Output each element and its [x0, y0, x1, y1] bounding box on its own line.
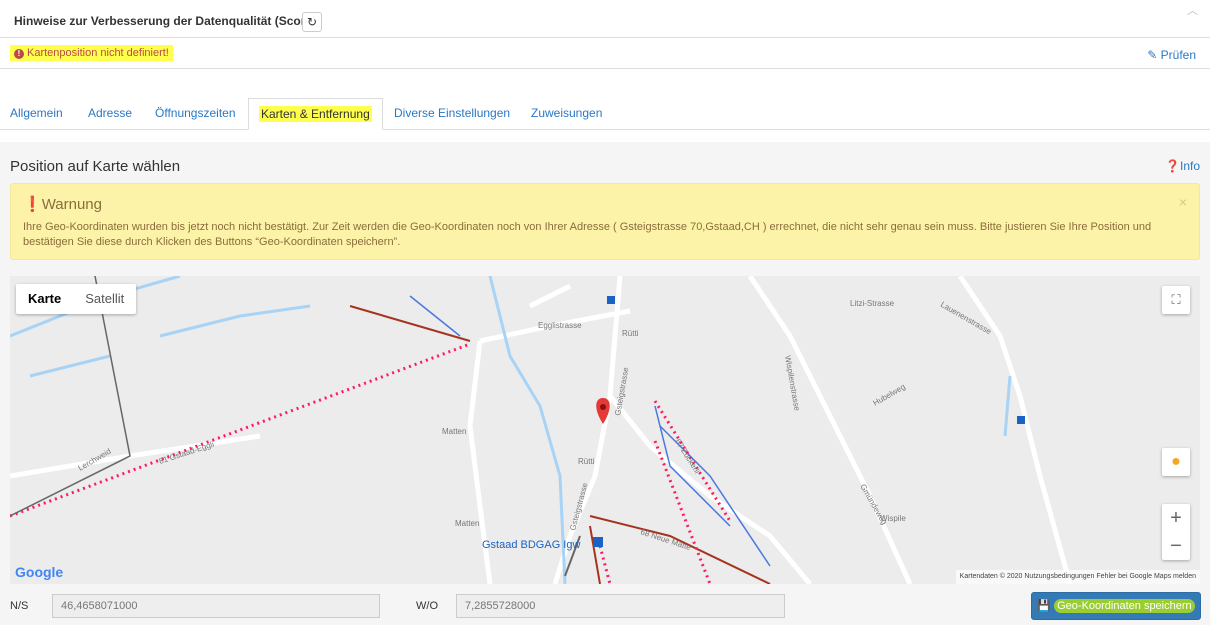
label-station: Gstaad BDGAG Igw: [482, 539, 580, 551]
fullscreen-icon: ⛶: [1171, 292, 1181, 307]
score-message: ! Kartenposition nicht definiert!: [10, 45, 173, 61]
bus-stop-icon: [1017, 416, 1025, 424]
label-egglistrasse: Egglistrasse: [538, 321, 582, 330]
label-matten-2: Matten: [455, 519, 479, 528]
score-title: Hinweise zur Verbesserung der Datenquali…: [14, 14, 317, 28]
info-link[interactable]: ❓Info: [1165, 159, 1200, 173]
label-litzi: Litzi-Strasse: [850, 299, 895, 308]
ns-input[interactable]: [52, 594, 380, 618]
label-matten: Matten: [442, 427, 466, 436]
label-gsteigstrasse: Gsteigstrasse: [613, 366, 630, 416]
street-view-pegman-icon[interactable]: ●: [1162, 448, 1190, 476]
map-labels: Egglistrasse Rütti Rütti Gsteigstrasse G…: [77, 299, 994, 552]
wo-input[interactable]: [456, 594, 785, 618]
train-station-icon: [593, 537, 603, 547]
warning-alert: ❗Warnung × Ihre Geo-Koordinaten wurden b…: [10, 183, 1200, 260]
label-gsteigstrasse-2: Gsteigstrasse: [568, 481, 589, 531]
score-message-text: Kartenposition nicht definiert!: [27, 47, 169, 59]
exclamation-circle-icon: ❗: [23, 196, 42, 213]
map-type-satellite-button[interactable]: Satellit: [73, 284, 136, 314]
tab-allgemein[interactable]: Allgemein: [0, 98, 73, 130]
save-coordinates-button[interactable]: 💾 Geo-Koordinaten speichern: [1031, 592, 1201, 620]
label-wispilenstrasse: Wispilenstrasse: [783, 355, 802, 412]
coordinates-row: N/S W/O 💾 Geo-Koordinaten speichern: [0, 590, 1210, 620]
tab-diverse-einstellungen[interactable]: Diverse Einstellungen: [384, 98, 520, 130]
refresh-button[interactable]: ↻: [302, 12, 322, 32]
label-hubelweg: Hubelweg: [872, 382, 907, 408]
label-gmundenweg: Gmündeweg: [858, 483, 888, 527]
tab-zuweisungen[interactable]: Zuweisungen: [521, 98, 612, 130]
zoom-out-button[interactable]: −: [1162, 532, 1190, 560]
floppy-disk-icon: 💾: [1037, 600, 1052, 612]
warning-title: ❗Warnung: [23, 196, 102, 213]
check-link[interactable]: ✎ Prüfen: [1147, 48, 1196, 62]
refresh-icon: ↻: [306, 15, 318, 29]
close-icon[interactable]: ×: [1179, 194, 1187, 210]
pencil-icon: ✎: [1147, 48, 1158, 62]
save-coordinates-label: Geo-Koordinaten speichern: [1054, 599, 1195, 613]
map[interactable]: Egglistrasse Rütti Rütti Gsteigstrasse G…: [10, 276, 1200, 584]
map-attribution[interactable]: Kartendaten © 2020 Nutzungsbedingungen F…: [955, 570, 1200, 584]
tab-karten-entfernung[interactable]: Karten & Entfernung: [248, 98, 383, 130]
rivers: [10, 276, 1012, 584]
tab-oeffnungszeiten[interactable]: Öffnungszeiten: [145, 98, 246, 130]
question-circle-icon: ❓: [1165, 159, 1180, 173]
label-neue-matte: 68 Neue Matte: [639, 527, 692, 552]
score-row: ! Kartenposition nicht definiert! ✎ Prüfe…: [0, 39, 1210, 69]
zoom-control: + −: [1162, 504, 1190, 560]
label-rutti-2: Rütti: [578, 457, 595, 466]
map-type-map-button[interactable]: Karte: [16, 284, 73, 314]
wo-label: W/O: [416, 600, 438, 612]
bus-stop-icon: [607, 296, 615, 304]
ns-label: N/S: [10, 600, 29, 612]
fullscreen-button[interactable]: ⛶: [1162, 286, 1190, 314]
label-rutti: Rütti: [622, 329, 639, 338]
panel-title: Position auf Karte wählen: [10, 158, 181, 175]
collapse-icon[interactable]: ︿: [1187, 2, 1198, 18]
zoom-in-button[interactable]: +: [1162, 504, 1190, 532]
exclamation-circle-icon: !: [14, 49, 24, 59]
score-header: Hinweise zur Verbesserung der Datenquali…: [0, 0, 1210, 38]
map-canvas[interactable]: Egglistrasse Rütti Rütti Gsteigstrasse G…: [10, 276, 1200, 584]
tab-adresse[interactable]: Adresse: [78, 98, 142, 130]
warning-text: Ihre Geo-Koordinaten wurden bis jetzt no…: [23, 221, 1152, 248]
tab-bar: Allgemein Adresse Öffnungszeiten Karten …: [0, 98, 1210, 130]
map-type-control: Karte Satellit: [16, 284, 137, 314]
map-panel: Position auf Karte wählen ❓Info ❗Warnung…: [0, 142, 1210, 625]
check-label: Prüfen: [1160, 48, 1196, 62]
google-logo: Google: [15, 564, 64, 580]
